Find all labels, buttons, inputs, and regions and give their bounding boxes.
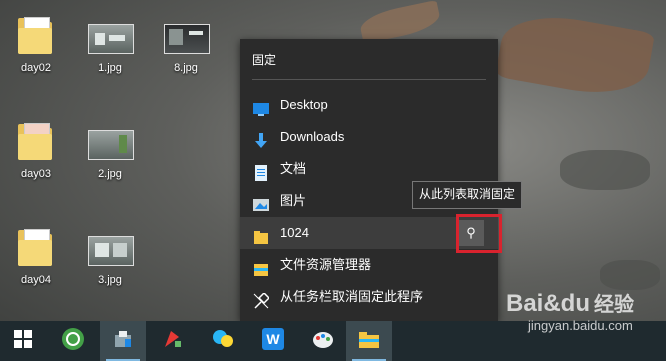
taskbar-paint-app[interactable] <box>150 321 196 361</box>
palette-icon <box>311 327 335 355</box>
desktop-icon <box>253 97 269 116</box>
jump-list-item-downloads[interactable]: Downloads <box>240 121 498 153</box>
jump-list-item-label: 1024 <box>280 225 309 240</box>
desktop-icon-label: 1.jpg <box>98 62 122 74</box>
jump-list-item-file-explorer[interactable]: 文件资源管理器 <box>240 249 498 281</box>
desktop-icon-day02[interactable]: day02 <box>6 14 66 74</box>
desktop-icon-label: 2.jpg <box>98 168 122 180</box>
desktop-icon-2jpg[interactable]: 2.jpg <box>80 120 140 180</box>
taskbar-chat-app[interactable] <box>200 321 246 361</box>
dry-leaf-decoration <box>357 0 443 45</box>
brush-icon <box>161 327 185 355</box>
baidu-jingyan-watermark: Bai&du 经验 jingyan.baidu.com <box>506 288 634 333</box>
w-letter-icon: W <box>261 327 285 355</box>
file-explorer-icon <box>253 257 269 276</box>
download-arrow-icon <box>253 129 269 148</box>
desktop-icon-label: day04 <box>21 274 51 286</box>
dry-leaf-decoration <box>495 7 655 103</box>
jump-list-item-desktop[interactable]: Desktop <box>240 89 498 121</box>
taskbar-browser-app[interactable] <box>50 321 96 361</box>
desktop-icon-label: day03 <box>21 168 51 180</box>
taskbar-explorer-tool-app[interactable] <box>100 321 146 361</box>
desktop-icon-label: 8.jpg <box>174 62 198 74</box>
taskbar-palette-app[interactable] <box>300 321 346 361</box>
folder-icon <box>253 225 269 244</box>
jump-list-divider <box>252 79 486 80</box>
watermark-logo: Bai&du <box>506 290 590 317</box>
jump-list-menu: 固定 Desktop Downloads 文档 图片 1024 ⚲ 文件资源管理… <box>240 39 498 321</box>
tool-icon <box>111 327 135 355</box>
chat-bubbles-icon <box>211 327 235 355</box>
desktop-icon-label: 3.jpg <box>98 274 122 286</box>
image-thumbnail-icon <box>88 120 134 164</box>
folder-icon <box>14 226 58 270</box>
unpin-icon <box>253 289 271 309</box>
jump-list-item-label: 从任务栏取消固定此程序 <box>280 289 424 304</box>
desktop-icon-day04[interactable]: day04 <box>6 226 66 286</box>
jump-list-item-label: 图片 <box>280 193 307 208</box>
folder-icon <box>14 120 58 164</box>
desktop-icon-day03[interactable]: day03 <box>6 120 66 180</box>
jump-list-item-label: Desktop <box>280 97 328 112</box>
desktop-icon-8jpg[interactable]: 8.jpg <box>156 14 216 74</box>
jump-list-item-label: 文档 <box>280 161 307 176</box>
desktop-icon-label: day02 <box>21 62 51 74</box>
jump-list-item-label: Downloads <box>280 129 345 144</box>
svg-text:W: W <box>266 331 280 347</box>
folder-icon <box>14 14 58 58</box>
start-button[interactable] <box>0 321 46 361</box>
watermark-brand: 经验 <box>594 294 634 316</box>
jump-list-item-label: 文件资源管理器 <box>280 257 372 272</box>
document-icon <box>253 161 269 181</box>
image-thumbnail-icon <box>88 14 134 58</box>
desktop-icon-3jpg[interactable]: 3.jpg <box>80 226 140 286</box>
taskbar-file-explorer-app[interactable] <box>346 321 392 361</box>
folder-icon <box>357 327 381 355</box>
jump-list-header: 固定 <box>252 53 277 67</box>
picture-icon <box>253 193 269 211</box>
taskbar-word-app[interactable]: W <box>250 321 296 361</box>
windows-logo-icon <box>14 330 32 352</box>
stone-decoration <box>600 260 660 290</box>
unpin-tooltip: 从此列表取消固定 <box>412 181 523 209</box>
annotation-highlight-box <box>456 214 502 253</box>
green-circle-arrow-icon <box>61 327 85 355</box>
image-thumbnail-icon <box>164 14 210 58</box>
desktop-icon-1jpg[interactable]: 1.jpg <box>80 14 140 74</box>
image-thumbnail-icon <box>88 226 134 270</box>
jump-list-item-unpin-program[interactable]: 从任务栏取消固定此程序 <box>240 281 498 313</box>
watermark-url: jingyan.baidu.com <box>528 318 633 333</box>
stone-decoration <box>560 150 650 190</box>
